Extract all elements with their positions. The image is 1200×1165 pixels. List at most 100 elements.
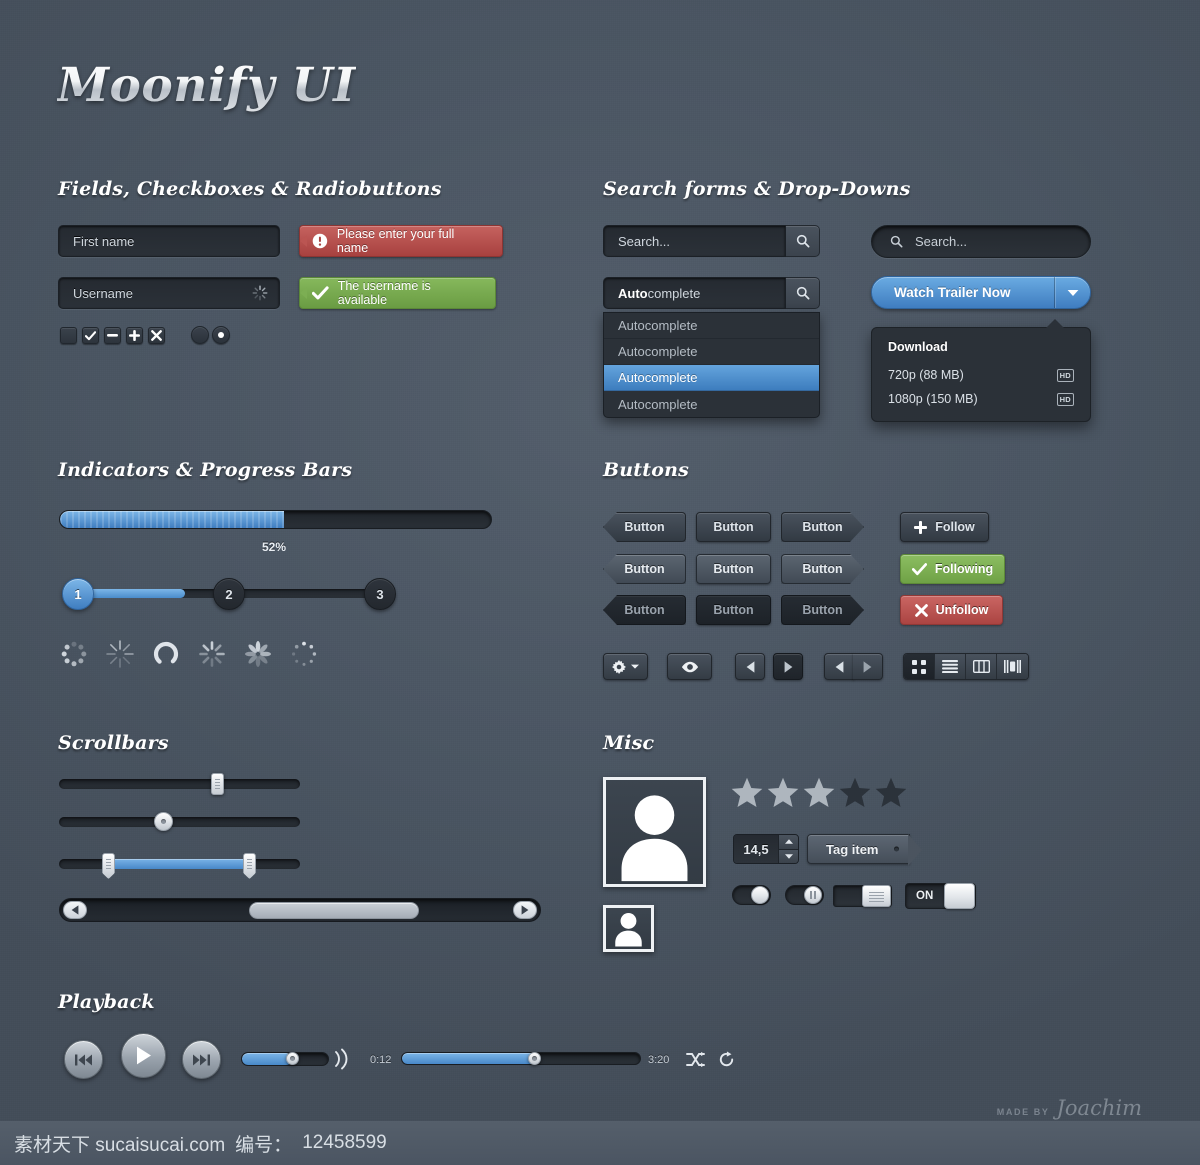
first-name-placeholder: First name — [73, 233, 135, 249]
unfollow-button[interactable]: Unfollow — [900, 595, 1003, 625]
prev-button-1[interactable] — [735, 653, 765, 680]
username-input[interactable]: Username — [58, 277, 280, 309]
stepper-increment-button[interactable] — [778, 835, 798, 850]
checkbox-minus[interactable] — [104, 327, 121, 344]
toggle-knob[interactable] — [804, 886, 822, 904]
prev-button-2[interactable] — [824, 653, 854, 680]
list-item-selected[interactable]: Autocomplete — [604, 365, 819, 391]
horizontal-scrollbar[interactable] — [59, 898, 541, 922]
toggle-knob[interactable] — [751, 886, 769, 904]
search-icon — [796, 234, 809, 248]
star-filled-icon[interactable] — [731, 777, 763, 808]
stepper-decrement-button[interactable] — [778, 849, 798, 863]
next-track-button[interactable] — [182, 1040, 221, 1079]
download-option-1080p[interactable]: 1080p (150 MB) HD — [872, 387, 1090, 411]
spinner-fading-dots — [289, 639, 319, 669]
range-slider-fill — [108, 859, 250, 869]
button-arrow-right-2[interactable]: Button — [781, 554, 864, 584]
next-button-1[interactable] — [773, 653, 803, 680]
star-rating[interactable] — [731, 777, 907, 808]
radio-selected[interactable] — [212, 326, 230, 344]
chevron-down-icon — [631, 664, 639, 669]
volume-slider-track[interactable] — [241, 1052, 329, 1066]
list-item[interactable]: Autocomplete — [604, 339, 819, 365]
detail-view-button[interactable] — [997, 654, 1028, 679]
star-empty-icon[interactable] — [875, 777, 907, 808]
button-arrow-left-3[interactable]: Button — [603, 595, 686, 625]
scrubber-handle[interactable] — [528, 1052, 541, 1065]
slider-handle-1[interactable] — [211, 773, 224, 795]
button-arrow-left-1[interactable]: Button — [603, 512, 686, 542]
quantity-stepper[interactable]: 14,5 — [733, 834, 799, 864]
play-button[interactable] — [121, 1033, 166, 1078]
scroll-thumb[interactable] — [248, 901, 420, 919]
step-3[interactable]: 3 — [364, 578, 396, 610]
button-arrow-left-2[interactable]: Button — [603, 554, 686, 584]
volume-icon — [335, 1048, 348, 1070]
checkbox-plus[interactable] — [126, 327, 143, 344]
watch-trailer-button[interactable]: Watch Trailer Now — [871, 276, 1091, 309]
slider-track-1[interactable] — [59, 779, 300, 789]
search-input[interactable]: Search... — [603, 225, 786, 257]
settings-button[interactable] — [603, 653, 648, 680]
download-popover[interactable]: Download 720p (88 MB) HD 1080p (150 MB) … — [871, 319, 1091, 422]
autocomplete-dropdown[interactable]: Autocomplete Autocomplete Autocomplete A… — [603, 312, 820, 418]
button-plain-1[interactable]: Button — [696, 512, 771, 542]
step-2[interactable]: 2 — [213, 578, 245, 610]
scroll-right-button[interactable] — [513, 901, 537, 919]
download-option-720p[interactable]: 720p (88 MB) HD — [872, 363, 1090, 387]
watermark-id-label: 编号： — [235, 1134, 293, 1156]
list-item[interactable]: Autocomplete — [604, 391, 819, 417]
button-plain-3[interactable]: Button — [696, 595, 771, 625]
button-arrow-right-3[interactable]: Button — [781, 595, 864, 625]
autocomplete-input[interactable]: Auto complete — [603, 277, 786, 309]
repeat-icon[interactable] — [718, 1051, 735, 1068]
toggle-on[interactable]: ON — [905, 883, 976, 909]
checkbox-empty[interactable] — [60, 327, 77, 344]
preview-button[interactable] — [667, 653, 712, 680]
column-view-button[interactable] — [966, 654, 997, 679]
scroll-left-button[interactable] — [63, 901, 87, 919]
tag-item[interactable]: Tag item — [807, 834, 921, 866]
first-name-input[interactable]: First name — [58, 225, 280, 257]
slider-handle-2[interactable] — [154, 812, 173, 831]
dropdown-toggle-button[interactable] — [1054, 277, 1090, 308]
following-button[interactable]: Following — [900, 554, 1005, 584]
checkbox-cross[interactable] — [148, 327, 165, 344]
shuffle-icon[interactable] — [686, 1052, 705, 1067]
prev-track-icon — [75, 1054, 92, 1065]
toggle-grip[interactable] — [833, 885, 892, 907]
autocomplete-suggestion-text: complete — [647, 285, 701, 301]
button-arrow-right-1[interactable]: Button — [781, 512, 864, 542]
toggle-pause[interactable] — [785, 885, 824, 905]
checkbox-checked[interactable] — [82, 327, 99, 344]
step-1[interactable]: 1 — [62, 578, 94, 610]
next-button-2[interactable] — [853, 653, 883, 680]
pill-search-input[interactable]: Search... — [871, 225, 1091, 258]
prev-track-button[interactable] — [64, 1040, 103, 1079]
toggle-knob[interactable] — [944, 883, 975, 909]
star-filled-icon[interactable] — [803, 777, 835, 808]
follow-button[interactable]: Follow — [900, 512, 989, 542]
scroll-track[interactable] — [87, 901, 513, 919]
autocomplete-form[interactable]: Auto complete — [603, 277, 820, 309]
button-plain-2[interactable]: Button — [696, 554, 771, 584]
search-form[interactable]: Search... — [603, 225, 820, 257]
following-label: Following — [934, 562, 994, 576]
slider-track-2[interactable] — [59, 817, 300, 827]
radio-empty[interactable] — [191, 326, 209, 344]
scrubber-track[interactable] — [401, 1052, 641, 1065]
grid-view-button[interactable] — [904, 654, 935, 679]
volume-slider-handle[interactable] — [286, 1052, 299, 1065]
view-mode-switcher[interactable] — [903, 653, 1029, 680]
star-empty-icon[interactable] — [839, 777, 871, 808]
search-submit-button[interactable] — [786, 225, 820, 257]
caret-up-icon — [784, 839, 793, 844]
chevron-down-icon — [1067, 289, 1078, 296]
list-view-button[interactable] — [935, 654, 966, 679]
toggle-plain[interactable] — [732, 885, 771, 905]
list-item[interactable]: Autocomplete — [604, 313, 819, 339]
toggle-knob[interactable] — [862, 885, 891, 907]
autocomplete-search-button[interactable] — [786, 277, 820, 309]
star-filled-icon[interactable] — [767, 777, 799, 808]
